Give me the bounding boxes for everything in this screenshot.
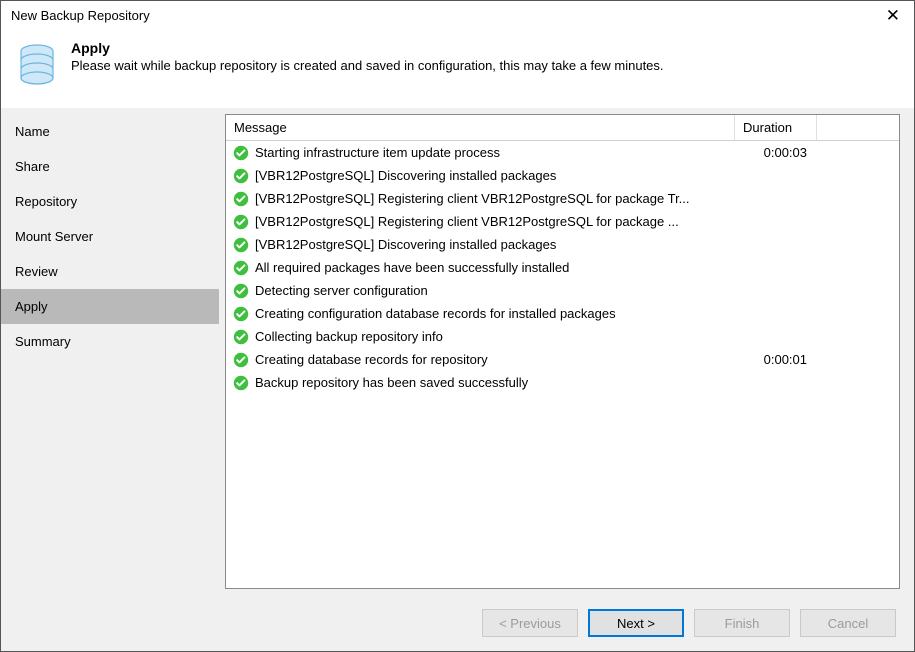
window-title: New Backup Repository xyxy=(11,8,150,23)
success-icon xyxy=(233,168,249,184)
message-text: All required packages have been successf… xyxy=(255,260,569,275)
sidebar-step-apply[interactable]: Apply xyxy=(1,289,219,324)
message-cell: All required packages have been successf… xyxy=(233,260,735,276)
success-icon xyxy=(233,352,249,368)
header-text: Apply Please wait while backup repositor… xyxy=(71,40,664,73)
message-cell: Starting infrastructure item update proc… xyxy=(233,145,735,161)
previous-button[interactable]: < Previous xyxy=(482,609,578,637)
success-icon xyxy=(233,283,249,299)
success-icon xyxy=(233,191,249,207)
message-cell: [VBR12PostgreSQL] Discovering installed … xyxy=(233,237,735,253)
message-text: Collecting backup repository info xyxy=(255,329,443,344)
duration-cell: 0:00:01 xyxy=(735,352,817,367)
table-row[interactable]: Detecting server configuration xyxy=(226,279,899,302)
success-icon xyxy=(233,214,249,230)
success-icon xyxy=(233,237,249,253)
message-text: [VBR12PostgreSQL] Discovering installed … xyxy=(255,237,556,252)
message-text: Detecting server configuration xyxy=(255,283,428,298)
sidebar-step-repository[interactable]: Repository xyxy=(1,184,219,219)
wizard-header: Apply Please wait while backup repositor… xyxy=(1,30,914,108)
next-button[interactable]: Next > xyxy=(588,609,684,637)
table-row[interactable]: [VBR12PostgreSQL] Registering client VBR… xyxy=(226,210,899,233)
column-duration[interactable]: Duration xyxy=(735,115,817,140)
sidebar-step-share[interactable]: Share xyxy=(1,149,219,184)
table-row[interactable]: Backup repository has been saved success… xyxy=(226,371,899,394)
message-text: [VBR12PostgreSQL] Registering client VBR… xyxy=(255,191,690,206)
message-cell: [VBR12PostgreSQL] Registering client VBR… xyxy=(233,191,735,207)
message-cell: [VBR12PostgreSQL] Discovering installed … xyxy=(233,168,735,184)
progress-grid: Message Duration Starting infrastructure… xyxy=(225,114,900,589)
table-row[interactable]: [VBR12PostgreSQL] Discovering installed … xyxy=(226,164,899,187)
sidebar-step-name[interactable]: Name xyxy=(1,114,219,149)
sidebar-step-summary[interactable]: Summary xyxy=(1,324,219,359)
sidebar-step-mount-server[interactable]: Mount Server xyxy=(1,219,219,254)
message-cell: [VBR12PostgreSQL] Registering client VBR… xyxy=(233,214,735,230)
column-message[interactable]: Message xyxy=(226,115,735,140)
table-row[interactable]: All required packages have been successf… xyxy=(226,256,899,279)
message-cell: Creating database records for repository xyxy=(233,352,735,368)
message-text: Starting infrastructure item update proc… xyxy=(255,145,500,160)
message-text: [VBR12PostgreSQL] Registering client VBR… xyxy=(255,214,679,229)
message-text: Creating database records for repository xyxy=(255,352,488,367)
success-icon xyxy=(233,306,249,322)
wizard-main: Message Duration Starting infrastructure… xyxy=(219,108,914,595)
table-row[interactable]: Collecting backup repository info xyxy=(226,325,899,348)
cancel-button[interactable]: Cancel xyxy=(800,609,896,637)
repository-icon xyxy=(17,40,57,90)
message-cell: Creating configuration database records … xyxy=(233,306,735,322)
table-row[interactable]: [VBR12PostgreSQL] Discovering installed … xyxy=(226,233,899,256)
message-cell: Detecting server configuration xyxy=(233,283,735,299)
wizard-footer: < Previous Next > Finish Cancel xyxy=(1,595,914,651)
wizard-body: Name Share Repository Mount Server Revie… xyxy=(1,108,914,595)
success-icon xyxy=(233,375,249,391)
message-text: Backup repository has been saved success… xyxy=(255,375,528,390)
duration-cell: 0:00:03 xyxy=(735,145,817,160)
sidebar-step-review[interactable]: Review xyxy=(1,254,219,289)
message-text: [VBR12PostgreSQL] Discovering installed … xyxy=(255,168,556,183)
wizard-sidebar: Name Share Repository Mount Server Revie… xyxy=(1,108,219,595)
table-row[interactable]: Creating database records for repository… xyxy=(226,348,899,371)
wizard-window: New Backup Repository ✕ Apply Please wai… xyxy=(0,0,915,652)
grid-body[interactable]: Starting infrastructure item update proc… xyxy=(226,141,899,588)
grid-header: Message Duration xyxy=(226,115,899,141)
finish-button[interactable]: Finish xyxy=(694,609,790,637)
success-icon xyxy=(233,329,249,345)
page-heading: Apply xyxy=(71,40,664,56)
table-row[interactable]: Starting infrastructure item update proc… xyxy=(226,141,899,164)
column-spacer xyxy=(817,115,899,140)
message-cell: Backup repository has been saved success… xyxy=(233,375,735,391)
message-text: Creating configuration database records … xyxy=(255,306,616,321)
success-icon xyxy=(233,145,249,161)
titlebar: New Backup Repository ✕ xyxy=(1,1,914,30)
table-row[interactable]: Creating configuration database records … xyxy=(226,302,899,325)
page-subtext: Please wait while backup repository is c… xyxy=(71,58,664,73)
success-icon xyxy=(233,260,249,276)
table-row[interactable]: [VBR12PostgreSQL] Registering client VBR… xyxy=(226,187,899,210)
close-icon[interactable]: ✕ xyxy=(882,7,904,24)
message-cell: Collecting backup repository info xyxy=(233,329,735,345)
